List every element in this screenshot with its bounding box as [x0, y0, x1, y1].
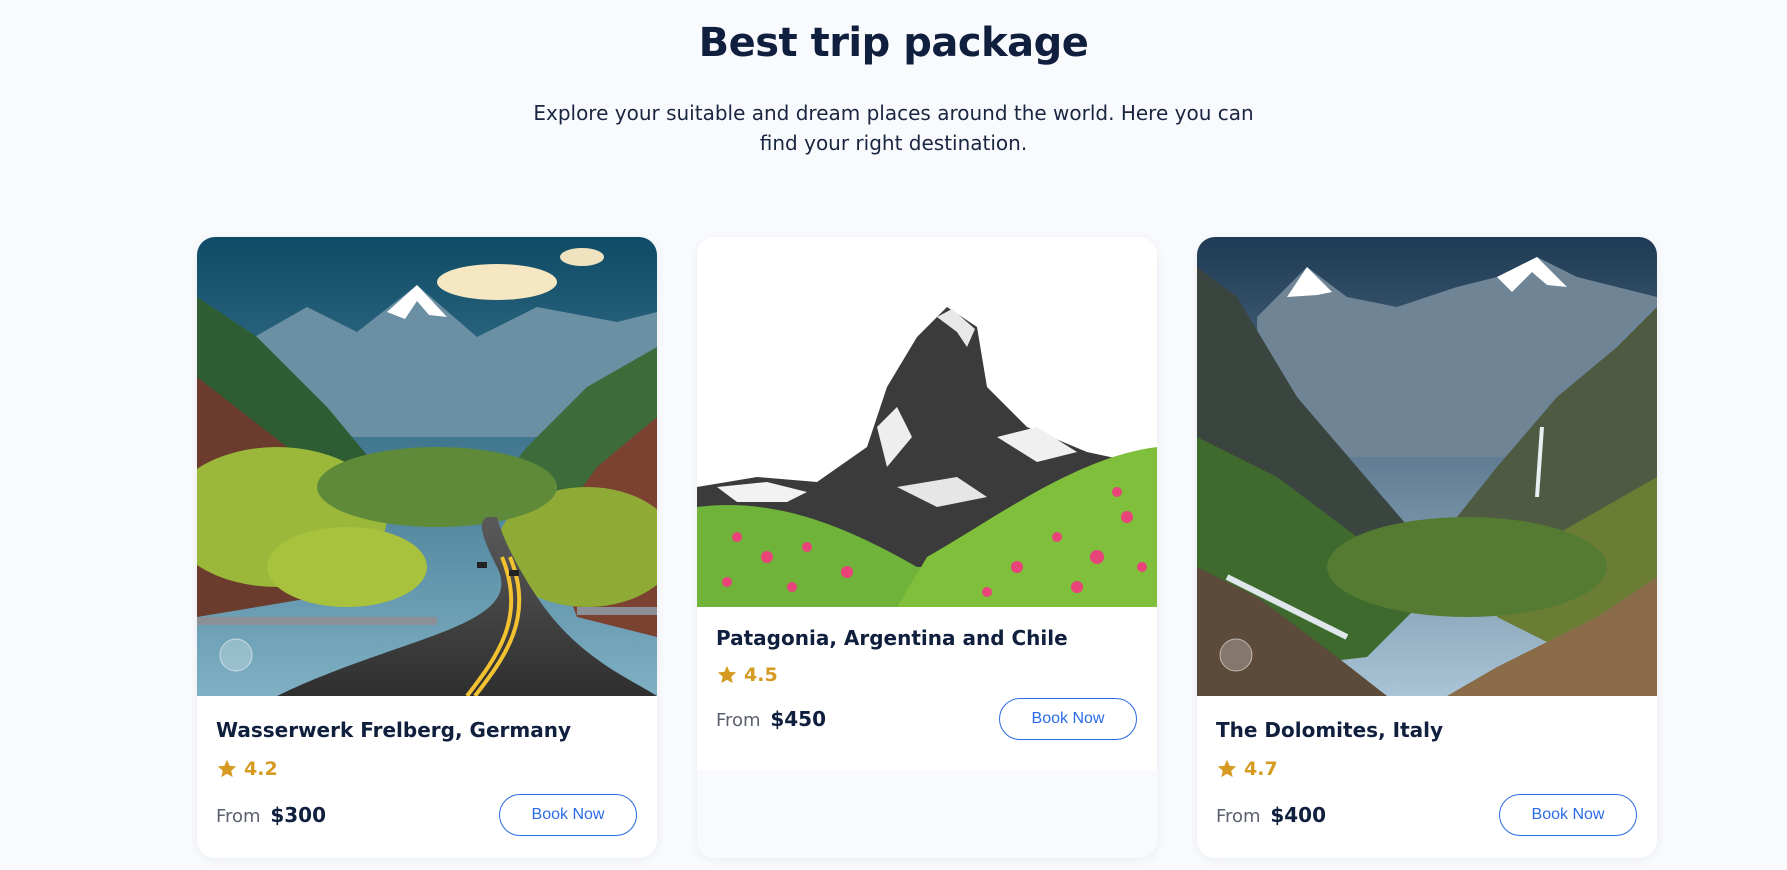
package-price: From $450: [716, 707, 826, 731]
star-icon: [1217, 759, 1237, 778]
package-image: [1197, 237, 1657, 696]
package-card: The Dolomites, Italy 4.7 From $400 Book …: [1197, 237, 1657, 858]
price-amount: $450: [770, 707, 827, 731]
package-image: [197, 237, 657, 696]
rating-value: 4.2: [244, 758, 278, 780]
package-price: From $400: [1216, 803, 1326, 827]
price-amount: $300: [270, 803, 327, 827]
package-rating: 4.7: [1216, 758, 1637, 780]
section-subtitle: Explore your suitable and dream places a…: [533, 101, 1254, 155]
package-name: The Dolomites, Italy: [1216, 718, 1444, 742]
star-icon: [717, 665, 737, 684]
rating-value: 4.7: [1244, 758, 1278, 780]
star-icon: [217, 759, 237, 778]
book-now-button[interactable]: Book Now: [1499, 794, 1637, 836]
price-amount: $400: [1270, 803, 1327, 827]
package-rating: 4.2: [216, 758, 637, 780]
package-rating: 4.5: [716, 664, 1137, 686]
price-prefix: From: [716, 710, 761, 731]
package-price: From $300: [216, 803, 326, 827]
package-name: Patagonia, Argentina and Chile: [716, 626, 1068, 650]
price-prefix: From: [216, 806, 261, 827]
section-title: Best trip package: [698, 20, 1089, 66]
rating-value: 4.5: [744, 664, 778, 686]
package-name: Wasserwerk Frelberg, Germany: [216, 718, 571, 742]
package-image: [697, 237, 1157, 607]
price-prefix: From: [1216, 806, 1261, 827]
package-card: Patagonia, Argentina and Chile 4.5 From …: [697, 237, 1157, 858]
book-now-button[interactable]: Book Now: [999, 698, 1137, 740]
book-now-button[interactable]: Book Now: [499, 794, 637, 836]
package-card: Wasserwerk Frelberg, Germany 4.2 From $3…: [197, 237, 657, 858]
trip-packages-section: Best trip package Explore your suitable …: [0, 0, 1787, 870]
